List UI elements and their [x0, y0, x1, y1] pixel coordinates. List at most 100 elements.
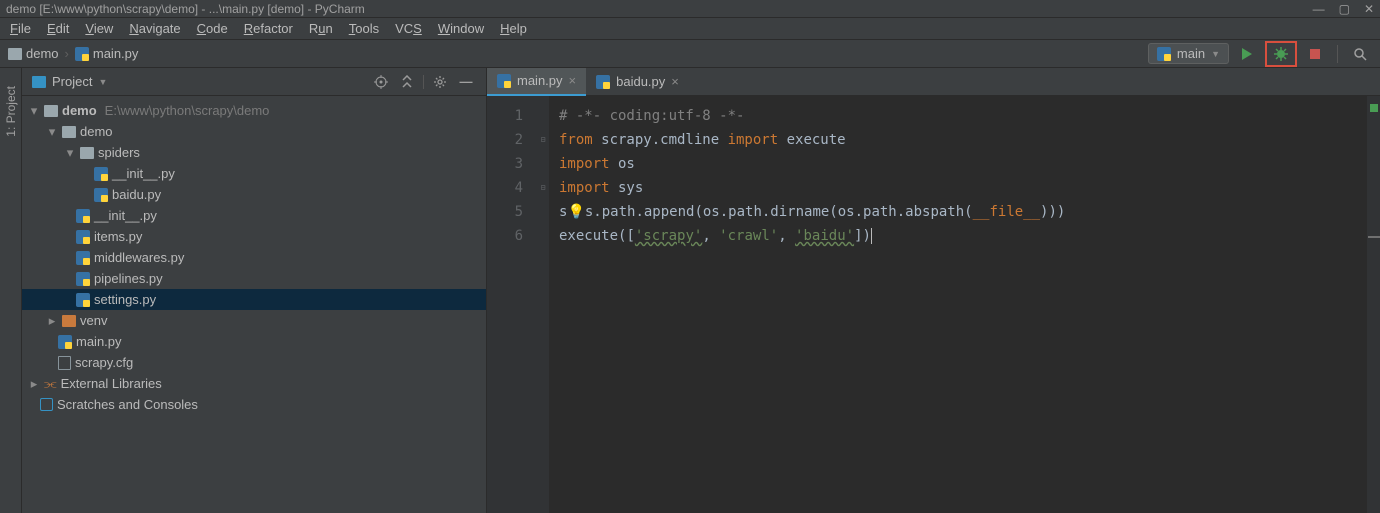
- menu-view[interactable]: View: [79, 19, 119, 38]
- close-tab-icon[interactable]: ×: [671, 74, 679, 89]
- line-number: 5: [487, 200, 523, 224]
- settings-gear-icon[interactable]: [430, 72, 450, 92]
- tree-file-items[interactable]: items.py: [22, 226, 486, 247]
- arrow-right-icon[interactable]: ▸: [28, 378, 40, 390]
- tree-node-label: venv: [80, 313, 107, 328]
- marker-line[interactable]: [1368, 236, 1380, 238]
- breadcrumb-root[interactable]: demo: [8, 46, 59, 61]
- folder-icon: [44, 105, 58, 117]
- tree-node-label: __init__.py: [94, 208, 157, 223]
- stop-button[interactable]: [1303, 43, 1327, 65]
- code-area[interactable]: # -*- coding:utf-8 -*- from scrapy.cmdli…: [549, 96, 1366, 513]
- project-tool-tab[interactable]: 1: Project: [4, 86, 18, 137]
- tree-file-main[interactable]: main.py: [22, 331, 486, 352]
- code-keyword: import: [728, 132, 779, 148]
- editor-tab-main[interactable]: main.py ×: [487, 68, 586, 96]
- run-button[interactable]: [1235, 43, 1259, 65]
- tree-node-label: settings.py: [94, 292, 156, 307]
- tree-file-settings[interactable]: settings.py: [22, 289, 486, 310]
- line-number: 4: [487, 176, 523, 200]
- tree-root[interactable]: ▾ demo E:\www\python\scrapy\demo: [22, 100, 486, 121]
- arrow-down-icon[interactable]: ▾: [28, 105, 40, 117]
- locate-icon[interactable]: [371, 72, 391, 92]
- menu-window[interactable]: Window: [432, 19, 490, 38]
- navigation-bar: demo › main.py main ▼: [0, 40, 1380, 68]
- code-text: ))): [1040, 204, 1065, 220]
- fold-close-icon[interactable]: ⊟: [537, 176, 549, 200]
- editor-marker-gutter[interactable]: [1366, 96, 1380, 513]
- python-file-icon: [58, 335, 72, 349]
- fold-open-icon[interactable]: ⊟: [537, 128, 549, 152]
- breadcrumb-file[interactable]: main.py: [75, 46, 139, 61]
- line-number: 1: [487, 104, 523, 128]
- editor-area: main.py × baidu.py × 1 2 3 4 5 6 ⊟: [487, 68, 1380, 513]
- debug-button[interactable]: [1269, 43, 1293, 65]
- menu-run[interactable]: Run: [303, 19, 339, 38]
- menu-edit[interactable]: Edit: [41, 19, 75, 38]
- menu-tools[interactable]: Tools: [343, 19, 385, 38]
- tree-node-label: demo: [62, 103, 97, 118]
- tree-scratches[interactable]: Scratches and Consoles: [22, 394, 486, 415]
- menu-navigate[interactable]: Navigate: [123, 19, 186, 38]
- main-area: 1: Project Project ▼ — ▾ demo: [0, 68, 1380, 513]
- tree-folder-venv[interactable]: ▸ venv: [22, 310, 486, 331]
- python-file-icon: [596, 75, 610, 89]
- tree-file-middlewares[interactable]: middlewares.py: [22, 247, 486, 268]
- title-bar: demo [E:\www\python\scrapy\demo] - ...\m…: [0, 0, 1380, 18]
- tree-file-init-2[interactable]: __init__.py: [22, 205, 486, 226]
- tree-node-label: __init__.py: [112, 166, 175, 181]
- project-panel-header: Project ▼ —: [22, 68, 486, 96]
- run-configuration-selector[interactable]: main ▼: [1148, 43, 1229, 64]
- code-keyword: from: [559, 132, 593, 148]
- python-file-icon: [76, 209, 90, 223]
- tree-external-libraries[interactable]: ▸ ⫘ External Libraries: [22, 373, 486, 394]
- python-file-icon: [76, 272, 90, 286]
- search-everywhere-button[interactable]: [1348, 43, 1372, 65]
- code-string: 'scrapy': [635, 228, 702, 244]
- tree-node-label: main.py: [76, 334, 122, 349]
- divider: [1337, 45, 1338, 63]
- project-tree[interactable]: ▾ demo E:\www\python\scrapy\demo ▾ demo …: [22, 96, 486, 513]
- python-file-icon: [497, 74, 511, 88]
- tool-window-stripe-left: 1: Project: [0, 68, 22, 513]
- arrow-right-icon[interactable]: ▸: [46, 315, 58, 327]
- inspection-ok-marker[interactable]: [1370, 104, 1378, 112]
- close-tab-icon[interactable]: ×: [569, 73, 577, 88]
- minimize-icon[interactable]: —: [1313, 2, 1325, 16]
- collapse-all-icon[interactable]: [397, 72, 417, 92]
- close-icon[interactable]: ✕: [1364, 2, 1374, 16]
- code-text: execute: [559, 228, 618, 244]
- chevron-down-icon: ▼: [1211, 49, 1220, 59]
- code-text: ]): [854, 228, 871, 244]
- tree-node-label: External Libraries: [61, 376, 162, 391]
- hide-panel-icon[interactable]: —: [456, 72, 476, 92]
- menu-vcs[interactable]: VCS: [389, 19, 428, 38]
- tree-node-label: items.py: [94, 229, 142, 244]
- code-string: 'baidu': [795, 228, 854, 244]
- fold-gutter: ⊟ ⊟: [537, 96, 549, 513]
- tree-folder-demo[interactable]: ▾ demo: [22, 121, 486, 142]
- python-file-icon: [76, 251, 90, 265]
- editor-tab-baidu[interactable]: baidu.py ×: [586, 68, 689, 96]
- menu-refactor[interactable]: Refactor: [238, 19, 299, 38]
- menu-help[interactable]: Help: [494, 19, 533, 38]
- menu-file[interactable]: File: [4, 19, 37, 38]
- maximize-icon[interactable]: ▢: [1339, 2, 1350, 16]
- menu-code[interactable]: Code: [191, 19, 234, 38]
- tree-node-label: Scratches and Consoles: [57, 397, 198, 412]
- python-file-icon: [75, 47, 89, 61]
- chevron-down-icon[interactable]: ▼: [98, 77, 107, 87]
- tree-file-scrapycfg[interactable]: scrapy.cfg: [22, 352, 486, 373]
- code-comment: # -*- coding:utf-8 -*-: [559, 108, 744, 124]
- arrow-down-icon[interactable]: ▾: [46, 126, 58, 138]
- tree-node-label: baidu.py: [112, 187, 161, 202]
- intention-bulb-icon[interactable]: 💡: [567, 204, 584, 220]
- tree-file-pipelines[interactable]: pipelines.py: [22, 268, 486, 289]
- arrow-down-icon[interactable]: ▾: [64, 147, 76, 159]
- tree-file-baidu[interactable]: baidu.py: [22, 184, 486, 205]
- tree-file-init-1[interactable]: __init__.py: [22, 163, 486, 184]
- project-panel: Project ▼ — ▾ demo E:\www\python\scrapy\…: [22, 68, 487, 513]
- tree-folder-spiders[interactable]: ▾ spiders: [22, 142, 486, 163]
- breadcrumb-root-label: demo: [26, 46, 59, 61]
- tree-node-label: spiders: [98, 145, 140, 160]
